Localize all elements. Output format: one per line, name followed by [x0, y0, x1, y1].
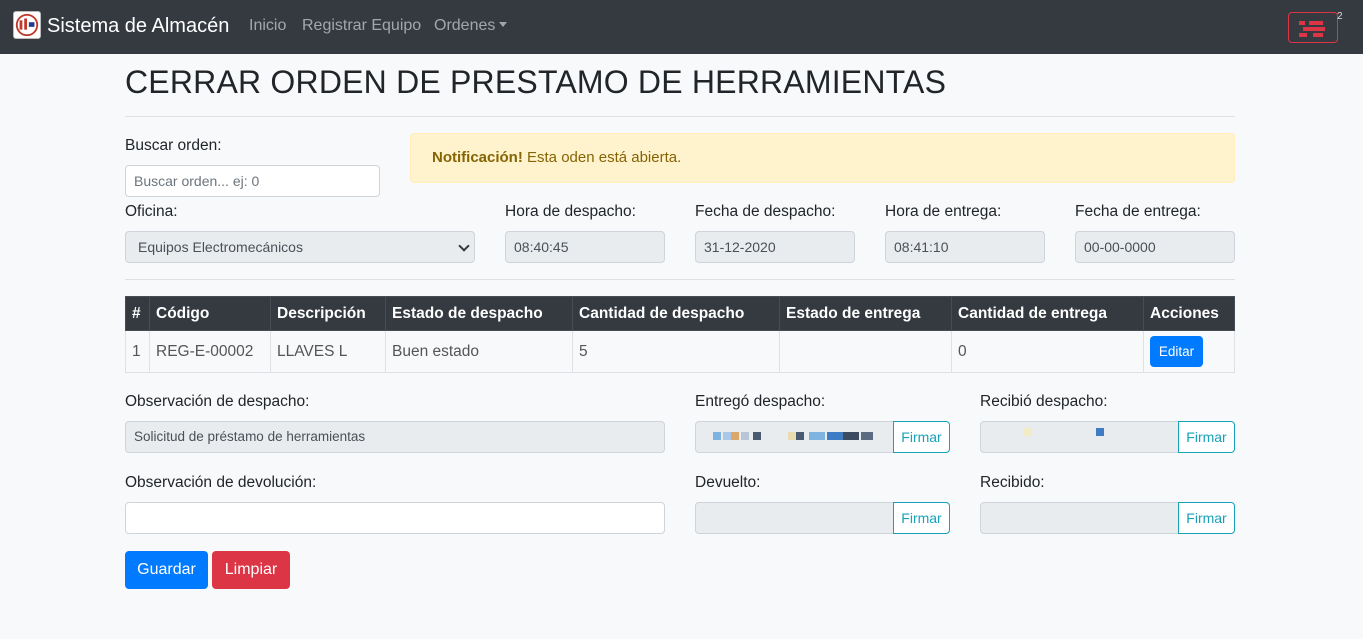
- cell-codigo: REG-E-00002: [149, 330, 271, 373]
- user-avatar-icon-part: [1309, 21, 1323, 25]
- nav-ordenes-label: Ordenes: [434, 17, 496, 34]
- oficina-select[interactable]: Equipos Electromecánicos: [125, 231, 475, 263]
- notification-alert: Notificación! Esta oden está abierta.: [410, 133, 1235, 183]
- recibio-despacho-label: Recibió despacho:: [980, 393, 1108, 410]
- edit-button[interactable]: Editar: [1150, 336, 1203, 367]
- col-header-acciones: Acciones: [1143, 296, 1235, 331]
- top-navbar: Sistema de Almacén Inicio Registrar Equi…: [0, 0, 1363, 54]
- user-avatar-icon: [1299, 21, 1305, 25]
- divider: [125, 116, 1235, 117]
- col-header-codigo: Código: [149, 296, 271, 331]
- observacion-despacho-field[interactable]: Solicitud de préstamo de herramientas: [125, 421, 665, 453]
- nav-link-inicio[interactable]: Inicio: [249, 17, 286, 35]
- signature-image-part: [843, 432, 859, 440]
- signature-image-part: [723, 432, 731, 440]
- oficina-selected-value: Equipos Electromecánicos: [138, 239, 303, 255]
- chevron-down-icon: [458, 240, 470, 252]
- entrego-signature-field: [695, 421, 894, 453]
- signature-image-part: [861, 432, 873, 440]
- cell-acciones: Editar: [1143, 330, 1235, 373]
- user-avatar-icon-part: [1299, 33, 1307, 37]
- items-table: # Código Descripción Estado de despacho …: [125, 296, 1235, 373]
- user-avatar-icon-part: [1313, 33, 1323, 37]
- cell-descripcion: LLAVES L: [270, 330, 386, 373]
- user-avatar-icon-part: [1303, 27, 1325, 31]
- table-header-row: # Código Descripción Estado de despacho …: [125, 296, 1235, 331]
- signature-image-part: [753, 432, 761, 440]
- observacion-despacho-label: Observación de despacho:: [125, 393, 310, 410]
- entrego-despacho-label: Entregó despacho:: [695, 393, 826, 410]
- firmar-recibio-button[interactable]: Firmar: [1178, 421, 1235, 453]
- col-header-descripcion: Descripción: [270, 296, 386, 331]
- signature-image-part: [788, 432, 796, 440]
- col-header-cantidad-despacho: Cantidad de despacho: [572, 296, 780, 331]
- signature-image: [1024, 428, 1032, 436]
- signature-image-part: [731, 432, 739, 440]
- recibido-label: Recibido:: [980, 474, 1045, 491]
- col-header-estado-despacho: Estado de despacho: [385, 296, 573, 331]
- signature-image: [713, 432, 721, 440]
- page-title: CERRAR ORDEN DE PRESTAMO DE HERRAMIENTAS: [125, 64, 947, 100]
- firmar-entrego-button[interactable]: Firmar: [893, 421, 950, 453]
- nav-link-registrar-equipo[interactable]: Registrar Equipo: [302, 17, 421, 35]
- devuelto-label: Devuelto:: [695, 474, 761, 491]
- cell-estado-despacho: Buen estado: [385, 330, 573, 373]
- oficina-label: Oficina:: [125, 203, 178, 220]
- signature-image-part: [809, 432, 825, 440]
- user-notification-badge: 2: [1337, 11, 1343, 22]
- cell-estado-entrega: [779, 330, 952, 373]
- search-label: Buscar orden:: [125, 137, 222, 154]
- signature-image-part: [796, 432, 804, 440]
- clear-button[interactable]: Limpiar: [212, 551, 290, 589]
- devuelto-signature-field: [695, 502, 894, 534]
- fecha-entrega-label: Fecha de entrega:: [1075, 203, 1201, 220]
- brand-logo-icon[interactable]: [13, 11, 41, 39]
- fecha-entrega-field[interactable]: 00-00-0000: [1075, 231, 1235, 263]
- hora-entrega-label: Hora de entrega:: [885, 203, 1002, 220]
- search-input[interactable]: [125, 165, 380, 197]
- alert-strong: Notificación!: [432, 149, 523, 166]
- recibio-signature-field: [980, 421, 1179, 453]
- col-header-cantidad-entrega: Cantidad de entrega: [951, 296, 1144, 331]
- firmar-devuelto-button[interactable]: Firmar: [893, 502, 950, 534]
- recibido-signature-field: [980, 502, 1179, 534]
- chevron-down-icon: [499, 22, 508, 27]
- observacion-devolucion-label: Observación de devolución:: [125, 474, 317, 491]
- save-button[interactable]: Guardar: [125, 551, 208, 589]
- col-header-estado-entrega: Estado de entrega: [779, 296, 952, 331]
- user-menu-button[interactable]: [1288, 12, 1338, 43]
- cell-cantidad-despacho: 5: [572, 330, 780, 373]
- signature-image-part: [827, 432, 843, 440]
- signature-image-part: [741, 432, 749, 440]
- observacion-devolucion-input[interactable]: [125, 502, 665, 534]
- nav-dropdown-ordenes[interactable]: Ordenes: [434, 17, 508, 35]
- hora-despacho-field[interactable]: 08:40:45: [505, 231, 665, 263]
- signature-image-part: [1096, 428, 1104, 436]
- table-row: 1 REG-E-00002 LLAVES L Buen estado 5 0 E…: [125, 330, 1235, 373]
- hora-entrega-field[interactable]: 08:41:10: [885, 231, 1045, 263]
- cell-cantidad-entrega: 0: [951, 330, 1144, 373]
- brand-name[interactable]: Sistema de Almacén: [47, 15, 229, 38]
- alert-text: Esta oden está abierta.: [522, 149, 682, 166]
- firmar-recibido-button[interactable]: Firmar: [1178, 502, 1235, 534]
- divider: [125, 279, 1235, 280]
- cell-num: 1: [125, 330, 150, 373]
- col-header-num: #: [125, 296, 150, 331]
- fecha-despacho-label: Fecha de despacho:: [695, 203, 836, 220]
- hora-despacho-label: Hora de despacho:: [505, 203, 636, 220]
- fecha-despacho-field[interactable]: 31-12-2020: [695, 231, 855, 263]
